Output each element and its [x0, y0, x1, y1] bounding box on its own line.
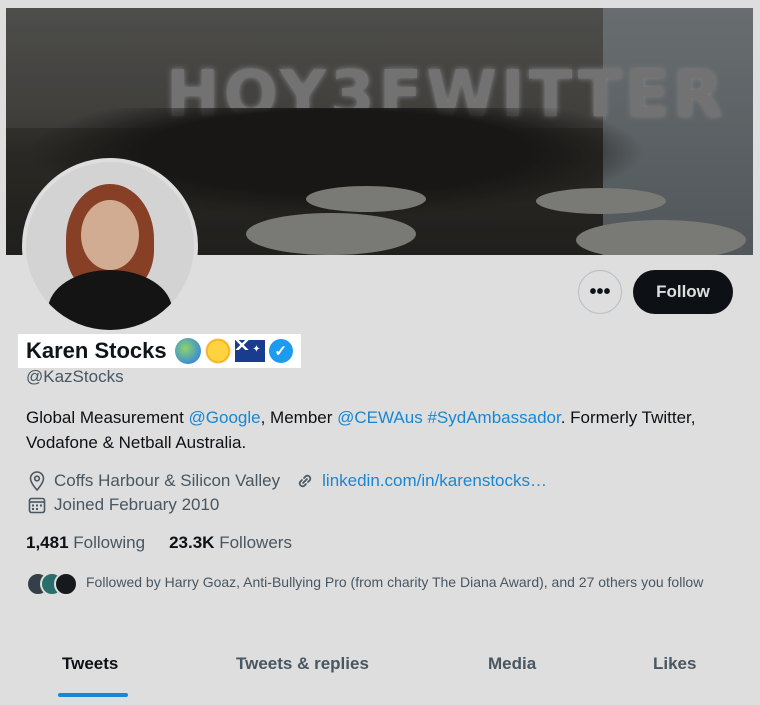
tab-media[interactable]: Media — [488, 654, 536, 674]
bio-link-cewaus[interactable]: @CEWAus — [337, 408, 423, 427]
profile-bio: Global Measurement @Google, Member @CEWA… — [26, 408, 696, 452]
tab-likes[interactable]: Likes — [653, 654, 696, 674]
profile-joined: Joined February 2010 — [26, 494, 219, 516]
profile-location: Coffs Harbour & Silicon Valley linkedin.… — [26, 470, 547, 492]
profile-website-link[interactable]: linkedin.com/in/karenstocks… — [322, 471, 547, 491]
profile-handle: @KazStocks — [26, 367, 124, 386]
australia-flag-icon — [234, 340, 265, 362]
followed-by-text[interactable]: Followed by Harry Goaz, Anti-Bullying Pr… — [86, 572, 736, 592]
profile-name: Karen Stocks — [26, 338, 167, 363]
follow-button[interactable]: Follow — [633, 270, 733, 314]
follow-counts: 1,481 Following 23.3K Followers — [26, 533, 292, 553]
active-tab-indicator — [58, 693, 128, 697]
followed-by-avatars[interactable] — [26, 572, 78, 596]
calendar-icon — [26, 494, 48, 516]
verified-badge-icon: ✓ — [268, 339, 293, 363]
tab-tweets[interactable]: Tweets — [62, 654, 118, 674]
avatar[interactable] — [22, 158, 198, 334]
avatar — [54, 572, 78, 596]
link-icon — [294, 470, 316, 492]
following-count-link[interactable]: 1,481 Following — [26, 533, 145, 553]
followers-count-link[interactable]: 23.3K Followers — [169, 533, 292, 553]
tab-tweets-replies[interactable]: Tweets & replies — [236, 654, 369, 674]
sun-emoji-icon — [204, 338, 231, 364]
location-pin-icon — [26, 470, 48, 492]
more-options-button[interactable]: ••• — [578, 270, 622, 314]
profile-name-highlight: Karen Stocks ✓ — [18, 334, 301, 368]
bio-link-google[interactable]: @Google — [189, 408, 261, 427]
bio-hashtag-sydambassador[interactable]: #SydAmbassador — [427, 408, 560, 427]
globe-emoji-icon — [174, 338, 201, 364]
